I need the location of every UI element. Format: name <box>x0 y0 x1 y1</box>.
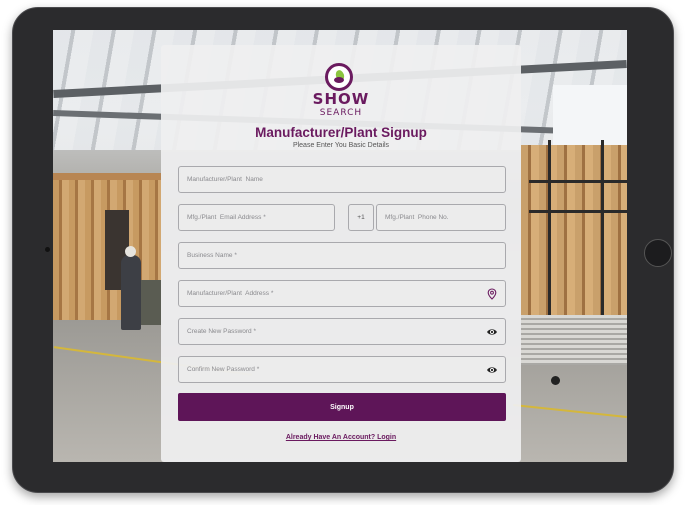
background-worker-head <box>125 246 136 257</box>
plant-name-field <box>178 166 506 193</box>
signup-button[interactable]: Signup <box>178 393 506 421</box>
front-camera <box>45 247 50 252</box>
plant-name-input[interactable] <box>179 167 505 192</box>
location-pin-icon[interactable] <box>486 288 498 300</box>
background-post <box>601 140 604 330</box>
business-name-field <box>178 242 506 269</box>
login-link[interactable]: Already Have An Account? Login <box>161 434 521 441</box>
signup-card: SHOW SEARCH Manufacturer/Plant Signup Pl… <box>161 45 521 462</box>
phone-field <box>376 204 506 231</box>
confirm-password-field <box>178 356 506 383</box>
background-worker <box>121 255 141 330</box>
page-subtitle: Please Enter You Basic Details <box>292 142 390 149</box>
business-name-input[interactable] <box>179 243 505 268</box>
eye-icon[interactable] <box>486 364 498 376</box>
address-input[interactable] <box>179 281 505 306</box>
email-field <box>178 204 335 231</box>
home-button[interactable] <box>644 239 672 267</box>
password-field <box>178 318 506 345</box>
address-field <box>178 280 506 307</box>
password-input[interactable] <box>179 319 505 344</box>
app-screen: SHOW SEARCH Manufacturer/Plant Signup Pl… <box>53 30 627 462</box>
background-rack <box>529 210 627 213</box>
background-boards <box>521 315 627 365</box>
logo-wordmark-top: SHOW <box>312 90 370 108</box>
background-modular-house <box>521 145 627 315</box>
confirm-password-input[interactable] <box>179 357 505 382</box>
email-input[interactable] <box>179 205 334 230</box>
logo-icon <box>325 63 353 91</box>
background-window <box>553 85 627 145</box>
logo-figure <box>334 77 344 83</box>
background-wheel <box>551 376 560 385</box>
phone-input[interactable] <box>377 205 505 230</box>
eye-icon[interactable] <box>486 326 498 338</box>
background-rack <box>529 180 627 183</box>
country-code-select[interactable]: +1 <box>348 204 374 231</box>
background-post <box>548 140 551 330</box>
logo-wordmark-bottom: SEARCH <box>319 108 363 118</box>
page-title: Manufacturer/Plant Signup <box>255 125 427 140</box>
